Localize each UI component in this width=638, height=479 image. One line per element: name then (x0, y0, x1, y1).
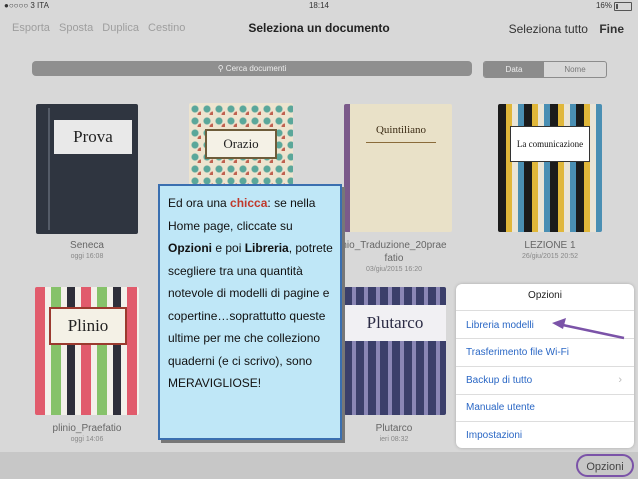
menu-item-settings[interactable]: Impostazioni (466, 430, 626, 441)
sort-by-name-tab[interactable]: Nome (544, 62, 606, 77)
document-name: Seneca (70, 240, 104, 251)
document-date: ieri 08:32 (379, 436, 409, 443)
sort-segmented-control: Data Nome (483, 61, 607, 78)
bold-word: Opzioni (168, 241, 212, 255)
divider (456, 421, 634, 422)
document-cover[interactable]: Plutarco (344, 287, 446, 415)
sort-by-date-tab[interactable]: Data (484, 62, 544, 77)
menu-item-wifi-transfer[interactable]: Trasferimento file Wi-Fi (466, 347, 626, 358)
cover-label: Orazio (205, 129, 277, 159)
document-date: oggi 16:08 (70, 253, 104, 260)
document-name-cont: fatio (384, 253, 404, 264)
document-name: Plutarco (375, 423, 413, 434)
document-date: 03/giu/2015 16:20 (365, 266, 423, 273)
document-date: oggi 14:06 (70, 436, 104, 443)
popover-title: Opzioni (528, 290, 562, 301)
search-placeholder: Cerca documenti (225, 64, 287, 73)
cover-label: Quintiliano (366, 118, 436, 143)
clock: 18:14 (308, 1, 330, 10)
done-button[interactable]: Fine (599, 22, 624, 36)
highlight-word: chicca (230, 196, 268, 210)
bold-word: Libreria (244, 241, 289, 255)
document-cover[interactable]: Prova (36, 104, 138, 234)
battery-percent: 16% (595, 1, 612, 10)
cover-label: Plinio (49, 307, 127, 345)
cover-label: Prova (54, 120, 132, 154)
annotation-arrow (552, 318, 625, 340)
document-name: LEZIONE 1 (524, 240, 576, 251)
nav-right-actions: Seleziona tutto Fine (501, 22, 624, 36)
document-cover[interactable]: La comunicazione (498, 104, 602, 232)
document-date: 26/giu/2015 20:52 (521, 253, 579, 260)
bottom-toolbar (0, 452, 638, 479)
divider (456, 366, 634, 367)
document-name: nio_Traduzione_20prae (341, 240, 447, 251)
search-icon: ⚲ (217, 64, 224, 73)
cover-label: Plutarco (344, 305, 446, 341)
options-popover: Opzioni Libreria modelli Trasferimento f… (456, 284, 634, 448)
select-all-button[interactable]: Seleziona tutto (509, 22, 588, 36)
cover-label: La comunicazione (510, 126, 590, 162)
tutorial-callout: Ed ora una chicca: se nella Home page, c… (158, 184, 342, 440)
status-bar: ●○○○○ 3 ITA 18:14 16% (0, 0, 638, 12)
divider (456, 394, 634, 395)
document-cover[interactable]: Quintiliano (344, 104, 452, 232)
search-input[interactable]: ⚲ Cerca documenti (32, 61, 472, 76)
battery-icon (614, 2, 632, 11)
nav-bar: Esporta Sposta Duplica Cestino Seleziona… (0, 12, 638, 48)
document-name: plinio_Praefatio (52, 423, 122, 434)
chevron-right-icon: › (618, 374, 622, 386)
divider (456, 310, 634, 311)
menu-item-backup[interactable]: Backup di tutto (466, 375, 626, 386)
options-button[interactable]: Opzioni (576, 454, 634, 477)
document-cover[interactable]: Plinio (35, 287, 139, 415)
menu-item-user-manual[interactable]: Manuale utente (466, 402, 626, 413)
